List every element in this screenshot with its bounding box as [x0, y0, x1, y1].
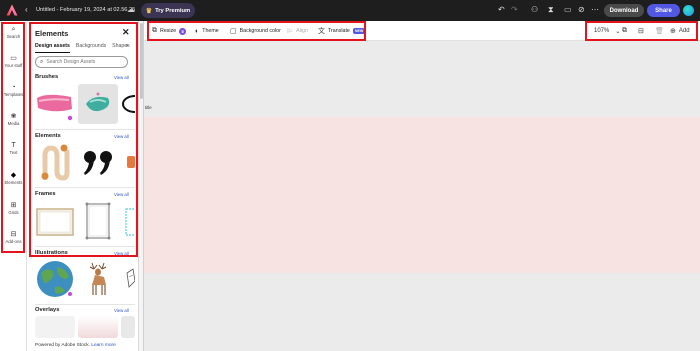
illustration-thumbnail[interactable]	[78, 259, 118, 299]
comment-icon[interactable]: ▭	[564, 5, 572, 15]
globe-image	[37, 261, 73, 297]
highlight-box-panel	[29, 22, 138, 257]
scrollbar-thumb[interactable]	[140, 23, 143, 99]
footer-text: Powered by Adobe Stock.	[35, 343, 90, 348]
learn-more-link[interactable]: Learn more	[91, 343, 116, 348]
overlay-thumbnail[interactable]	[35, 316, 75, 338]
overlay-thumbnail[interactable]	[121, 316, 135, 338]
highlight-box-rail	[1, 22, 25, 253]
sketch-image	[126, 268, 135, 288]
try-premium-label: Try Premium	[155, 7, 191, 14]
divider	[35, 304, 135, 305]
share-button[interactable]: Share	[647, 4, 680, 17]
overlay-thumbnail[interactable]	[78, 316, 118, 338]
avatar[interactable]	[683, 5, 694, 16]
view-all-overlays[interactable]: View all	[114, 308, 129, 313]
redo-icon[interactable]: ↷	[511, 5, 518, 15]
try-premium-button[interactable]: ♛ Try Premium	[141, 3, 195, 18]
chevron-left-icon[interactable]: ‹	[25, 5, 28, 14]
highlight-box-toolbar-left	[147, 21, 366, 41]
schedule-icon[interactable]: ⧗	[548, 5, 554, 15]
adobe-express-logo-icon[interactable]	[6, 4, 18, 16]
document-title[interactable]: Untitled - February 19, 2024 at 02.56.25	[36, 7, 135, 13]
top-bar: ‹ Untitled - February 19, 2024 at 02.56.…	[0, 0, 700, 21]
deer-image	[89, 262, 107, 295]
section-title-overlays: Overlays	[35, 307, 60, 313]
panel-footer: Powered by Adobe Stock. Learn more	[35, 343, 116, 348]
cloud-icon[interactable]: ☁	[127, 5, 135, 14]
download-button[interactable]: Download	[604, 4, 644, 17]
highlight-box-toolbar-right	[585, 21, 698, 41]
undo-icon[interactable]: ↶	[498, 5, 505, 15]
design-page[interactable]	[144, 117, 700, 273]
collaborate-icon[interactable]: ⚇	[531, 5, 538, 15]
page-title-label[interactable]: title	[145, 105, 152, 110]
crown-icon: ♛	[145, 7, 153, 15]
illustration-thumbnail[interactable]	[121, 259, 135, 299]
more-icon[interactable]: ⋯	[591, 5, 599, 15]
link-icon[interactable]: ⊘	[578, 5, 585, 15]
illustration-thumbnail[interactable]	[35, 259, 75, 299]
